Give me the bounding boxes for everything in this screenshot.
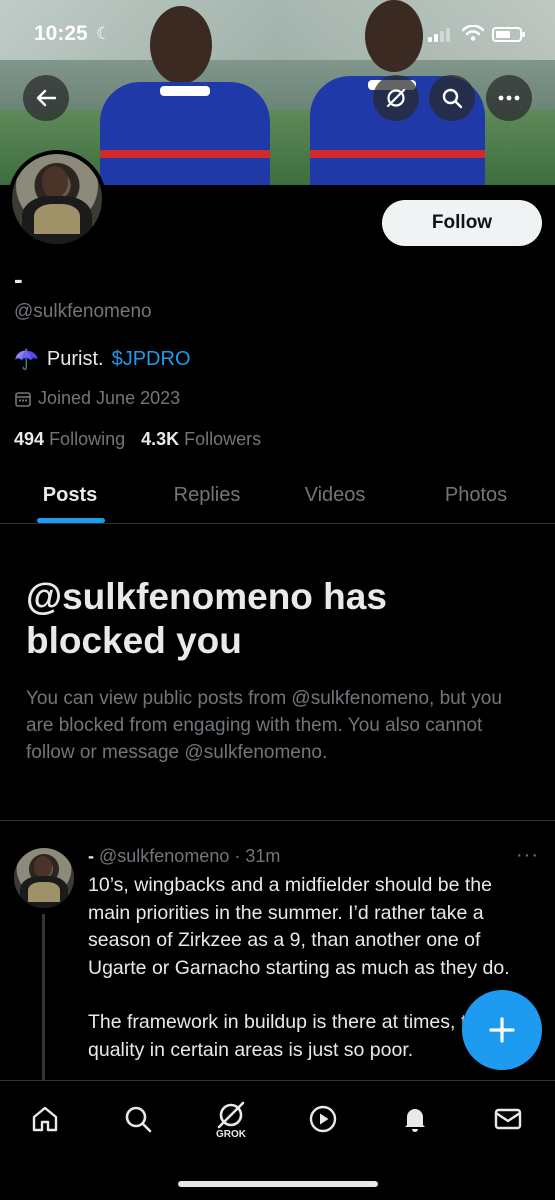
bell-icon: [405, 1109, 425, 1132]
post-more-button[interactable]: ···: [516, 844, 539, 867]
status-time: 10:25: [34, 22, 88, 45]
play-icon: [309, 1105, 337, 1133]
compose-post-button[interactable]: [462, 990, 542, 1070]
profile-avatar[interactable]: [8, 150, 106, 248]
divider: [0, 820, 555, 821]
search-profile-button[interactable]: [429, 75, 475, 121]
home-icon: [32, 1106, 58, 1132]
post-paragraph-1: 10’s, wingbacks and a midfielder should …: [88, 874, 510, 979]
profile-tabs: Posts Replies Videos Photos: [0, 466, 555, 524]
battery-icon: [492, 27, 525, 42]
wifi-icon: [462, 25, 484, 41]
joined-text: Joined June 2023: [38, 388, 181, 408]
tab-videos[interactable]: Videos: [274, 466, 396, 524]
followers-link[interactable]: 4.3K Followers: [141, 429, 261, 450]
back-button[interactable]: [23, 75, 69, 121]
cellular-signal-icon: [428, 28, 450, 42]
following-link[interactable]: 494 Following: [14, 429, 125, 450]
blocked-title: @sulkfenomeno has blocked you: [26, 576, 387, 661]
thread-line: [42, 914, 45, 1084]
search-icon: [442, 88, 463, 109]
post-author-handle[interactable]: @sulkfenomeno: [99, 846, 229, 867]
home-indicator[interactable]: [178, 1181, 378, 1187]
blocked-description: You can view public posts from @sulkfeno…: [26, 688, 502, 763]
grok-icon: [217, 1101, 245, 1128]
cashtag-link[interactable]: $JPDRO: [112, 348, 191, 371]
tab-photos[interactable]: Photos: [396, 466, 555, 524]
tab-posts[interactable]: Posts: [0, 466, 140, 524]
post-author-name[interactable]: -: [88, 846, 94, 867]
calendar-icon: [15, 391, 31, 407]
post-header: - @sulkfenomeno · 31m: [88, 846, 280, 867]
grok-label: GROK: [216, 1128, 246, 1140]
nav-search[interactable]: [114, 1095, 162, 1143]
grok-analyze-button[interactable]: [373, 75, 419, 121]
post-body[interactable]: 10’s, wingbacks and a midfielder should …: [88, 872, 538, 1091]
joined-date: Joined June 2023: [14, 388, 180, 409]
focus-moon-icon: ☾: [96, 24, 112, 43]
nav-notifications[interactable]: [391, 1095, 439, 1143]
display-name: -: [14, 264, 23, 294]
bio-text: Purist.: [46, 348, 104, 370]
nav-home[interactable]: [21, 1095, 69, 1143]
umbrella-emoji-icon: ☂️: [14, 349, 39, 371]
post-time[interactable]: 31m: [245, 846, 280, 867]
status-bar: 10:25 ☾: [0, 0, 555, 60]
tab-replies[interactable]: Replies: [140, 466, 274, 524]
post-avatar[interactable]: [14, 848, 74, 908]
follow-counts: 494 Following 4.3K Followers: [14, 429, 261, 450]
nav-grok[interactable]: GROK: [207, 1095, 255, 1143]
more-options-button[interactable]: [486, 75, 532, 121]
profile-bio: ☂️ Purist. $JPDRO: [14, 347, 191, 372]
grok-icon: [386, 88, 406, 108]
more-dots-icon: [498, 95, 520, 101]
mail-icon: [494, 1108, 522, 1130]
post-separator: ·: [234, 846, 241, 866]
follow-button[interactable]: Follow: [382, 200, 542, 246]
nav-video[interactable]: [299, 1095, 347, 1143]
plus-icon: [489, 1017, 515, 1043]
search-icon: [125, 1106, 152, 1133]
active-tab-indicator: [37, 518, 105, 523]
profile-handle: @sulkfenomeno: [14, 301, 152, 322]
arrow-left-icon: [36, 89, 57, 107]
nav-messages[interactable]: [484, 1095, 532, 1143]
